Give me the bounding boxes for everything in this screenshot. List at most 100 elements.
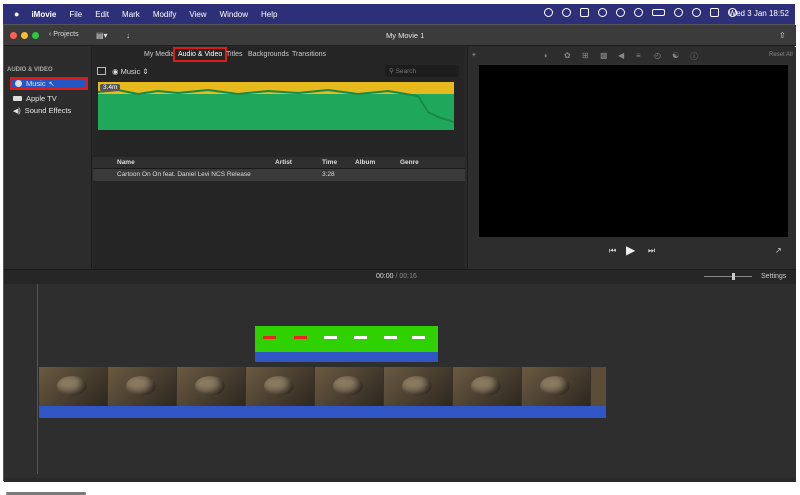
play-circle-icon[interactable] (634, 8, 643, 17)
music-icon: ◉ (112, 67, 119, 76)
tab-transitions[interactable]: Transitions (292, 51, 326, 58)
menu-clock[interactable]: Wed 3 Jan 18:52 (729, 9, 789, 18)
record-icon[interactable] (544, 8, 553, 17)
menu-mark[interactable]: Mark (122, 10, 140, 19)
video-frame (522, 367, 591, 406)
clip-filter-icon[interactable]: ☯ (672, 51, 679, 60)
video-preview (479, 65, 788, 237)
noise-reduction-icon[interactable]: ≡ (636, 51, 641, 60)
crop-icon[interactable]: ⊞ (582, 51, 589, 60)
time-separator: / (395, 273, 398, 280)
video-frame (315, 367, 384, 406)
video-audio-waveform[interactable] (39, 406, 606, 418)
browser-toolbar: ◉ Music ⇕ ⚲ Search (93, 65, 465, 79)
settings-button[interactable]: Settings (761, 273, 786, 280)
magic-wand-icon[interactable]: ✦ (471, 51, 477, 59)
control-center-icon[interactable] (710, 8, 719, 17)
timeline: 00:00 / 00:16 Settings (4, 269, 796, 495)
playhead[interactable] (37, 284, 38, 474)
zoom-slider[interactable] (704, 273, 752, 280)
table-row[interactable]: Cartoon On On feat. Daniel Levi NCS Rele… (93, 169, 465, 181)
video-frame (384, 367, 453, 406)
music-icon (15, 80, 22, 87)
sidebar-toggle-icon[interactable] (97, 67, 106, 75)
minimize-window-icon[interactable] (21, 32, 28, 39)
control-icon[interactable] (616, 8, 625, 17)
wifi-icon[interactable] (674, 8, 683, 17)
menu-edit[interactable]: Edit (95, 10, 109, 19)
play-icon[interactable]: ▶ (626, 243, 635, 257)
appletv-icon (13, 96, 22, 101)
import-icon[interactable]: ↓ (126, 31, 130, 40)
video-frame (108, 367, 177, 406)
skip-forward-icon[interactable]: ⏭ (648, 246, 655, 256)
viewer-toolbar: ✦ ◐ ✿ ⊞ ▩ ◀ ≡ ◴ ☯ ⓘ Reset All (468, 49, 797, 63)
close-window-icon[interactable] (10, 32, 17, 39)
menu-help[interactable]: Help (261, 10, 277, 19)
spotlight-search-icon[interactable] (692, 8, 701, 17)
tab-titles[interactable]: Titles (226, 51, 242, 58)
search-field[interactable]: ⚲ Search (385, 65, 459, 77)
timeline-header: 00:00 / 00:16 Settings (4, 270, 796, 284)
volume-icon[interactable]: ◀ (618, 51, 624, 60)
source-select[interactable]: ◉ Music ⇕ (112, 67, 149, 76)
status-icons (544, 8, 737, 17)
window-title: My Movie 1 (386, 31, 425, 40)
total-time: 00:16 (399, 273, 417, 280)
zoom-window-icon[interactable] (32, 32, 39, 39)
tab-audio-video[interactable]: Audio & Video (173, 47, 228, 62)
audio-clip-markers (263, 336, 425, 339)
menu-view[interactable]: View (189, 10, 206, 19)
info-icon[interactable]: ⓘ (690, 51, 698, 62)
audio-waveform-clip[interactable]: 3.4m (98, 82, 454, 130)
timeline-track-area[interactable] (4, 284, 796, 495)
cell-name: Cartoon On On feat. Daniel Levi NCS Rele… (117, 171, 251, 178)
color-correction-icon[interactable]: ✿ (564, 51, 571, 60)
stabilization-icon[interactable]: ▩ (600, 51, 608, 60)
mac-menu-bar: ● iMovie File Edit Mark Modify View Wind… (3, 4, 795, 24)
color-balance-icon[interactable]: ◐ (544, 51, 549, 60)
sidebar-item-sound-effects[interactable]: ◀) Sound Effects (10, 104, 88, 117)
col-name[interactable]: Name (117, 159, 135, 166)
menu-modify[interactable]: Modify (153, 10, 177, 19)
col-album[interactable]: Album (355, 159, 375, 166)
video-frame (453, 367, 522, 406)
col-artist[interactable]: Artist (275, 159, 292, 166)
projects-button[interactable]: ‹ Projects (49, 31, 79, 38)
share-icon[interactable]: ⇧ (779, 31, 786, 40)
waveform-graphic (98, 88, 454, 123)
audio-waveform-track[interactable] (255, 352, 438, 362)
search-icon: ⚲ (389, 68, 394, 75)
zoom-slider-thumb[interactable] (732, 273, 735, 280)
sidebar-section-title: AUDIO & VIDEO (7, 67, 53, 73)
col-time[interactable]: Time (322, 159, 337, 166)
sync-icon[interactable] (562, 8, 571, 17)
sidebar-item-label: Apple TV (26, 94, 57, 103)
skip-back-icon[interactable]: ⏮ (609, 246, 616, 256)
battery-icon[interactable] (652, 9, 665, 16)
screen-share-icon[interactable] (598, 8, 607, 17)
imovie-window: ‹ Projects ▤▾ ↓ My Movie 1 ⇧ AUDIO & VID… (3, 24, 796, 495)
tab-my-media[interactable]: My Media (144, 51, 174, 58)
tab-backgrounds[interactable]: Backgrounds (248, 51, 289, 58)
audio-clip-green[interactable] (255, 326, 438, 352)
viewer-panel: ✦ ◐ ✿ ⊞ ▩ ◀ ≡ ◴ ☯ ⓘ Reset All ⏮ ▶ ⏭ ↗ (467, 47, 796, 269)
apple-icon[interactable]: ● (14, 9, 19, 19)
menu-file[interactable]: File (69, 10, 82, 19)
col-genre[interactable]: Genre (400, 159, 419, 166)
video-clip[interactable] (39, 367, 606, 406)
reset-all-button[interactable]: Reset All (769, 52, 793, 58)
speaker-icon: ◀) (13, 107, 21, 115)
speed-icon[interactable]: ◴ (654, 51, 661, 60)
media-library-icon[interactable]: ▤▾ (96, 31, 108, 40)
sidebar-item-music[interactable]: Music ↖ (10, 77, 88, 90)
cell-time: 3:28 (322, 171, 335, 178)
fullscreen-icon[interactable]: ↗ (775, 246, 782, 255)
source-select-value: Music (120, 67, 141, 76)
menu-app-name[interactable]: iMovie (31, 10, 56, 19)
grammarly-icon[interactable] (580, 8, 589, 17)
timecode: 00:00 / 00:16 (376, 273, 417, 280)
projects-label: Projects (53, 31, 79, 38)
sidebar-item-label: Sound Effects (24, 106, 72, 115)
menu-window[interactable]: Window (220, 10, 248, 19)
